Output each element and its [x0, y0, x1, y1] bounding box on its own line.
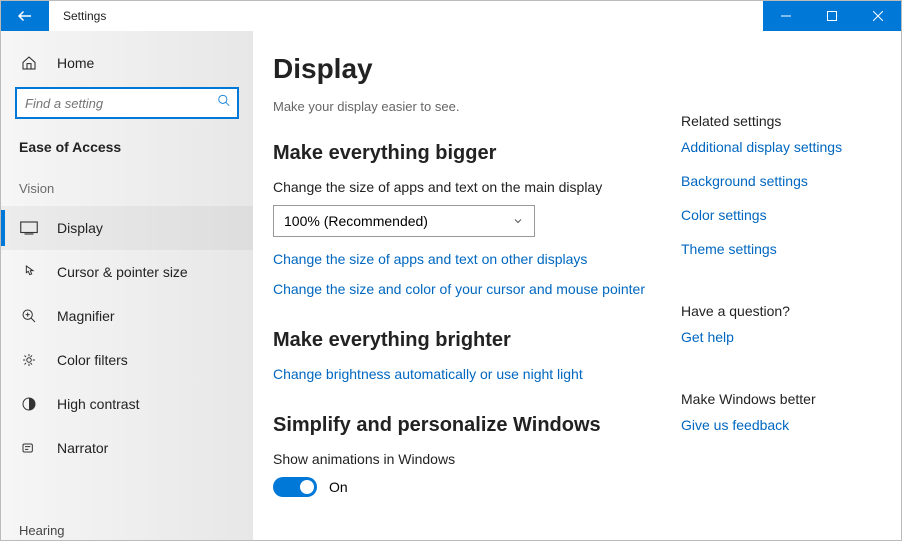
heading-bigger: Make everything bigger [273, 142, 657, 165]
category-label: Ease of Access [1, 135, 253, 173]
home-icon [19, 55, 39, 71]
magnifier-icon [19, 308, 39, 324]
link-get-help[interactable]: Get help [681, 329, 881, 345]
search-icon [217, 94, 231, 113]
bigger-desc: Change the size of apps and text on the … [273, 179, 657, 195]
maximize-icon [827, 11, 837, 21]
sidebar-item-label: Magnifier [57, 308, 115, 324]
link-color-settings[interactable]: Color settings [681, 207, 881, 223]
search-input[interactable] [15, 87, 239, 119]
animations-toggle[interactable] [273, 477, 317, 497]
sidebar-item-color-filters[interactable]: Color filters [1, 338, 253, 382]
link-theme-settings[interactable]: Theme settings [681, 241, 881, 257]
scale-select[interactable]: 100% (Recommended) [273, 205, 535, 237]
link-cursor-size[interactable]: Change the size and color of your cursor… [273, 281, 657, 297]
color-filters-icon [19, 352, 39, 368]
chevron-down-icon [512, 215, 524, 227]
window-title: Settings [49, 1, 106, 31]
titlebar: Settings [1, 1, 901, 31]
link-feedback[interactable]: Give us feedback [681, 417, 881, 433]
sidebar: Home Ease of Access Vision Display Curso… [1, 31, 253, 540]
related-heading: Related settings [681, 113, 881, 129]
sidebar-item-label: Cursor & pointer size [57, 264, 188, 280]
link-other-displays[interactable]: Change the size of apps and text on othe… [273, 251, 657, 267]
group-vision: Vision [1, 173, 253, 206]
question-heading: Have a question? [681, 303, 881, 319]
sidebar-item-narrator[interactable]: Narrator [1, 426, 253, 470]
minimize-button[interactable] [763, 1, 809, 31]
maximize-button[interactable] [809, 1, 855, 31]
sidebar-item-label: High contrast [57, 396, 139, 412]
display-icon [19, 221, 39, 235]
narrator-icon [19, 440, 39, 456]
link-background-settings[interactable]: Background settings [681, 173, 881, 189]
sidebar-item-display[interactable]: Display [1, 206, 253, 250]
sidebar-item-high-contrast[interactable]: High contrast [1, 382, 253, 426]
sidebar-item-cursor[interactable]: Cursor & pointer size [1, 250, 253, 294]
home-label: Home [57, 55, 94, 71]
minimize-icon [781, 11, 791, 21]
page-subtitle: Make your display easier to see. [273, 99, 657, 114]
heading-brighter: Make everything brighter [273, 329, 657, 352]
right-column: Related settings Additional display sett… [681, 53, 881, 540]
main-content: Display Make your display easier to see.… [273, 53, 681, 540]
high-contrast-icon [19, 396, 39, 412]
home-nav[interactable]: Home [1, 45, 253, 81]
sidebar-item-magnifier[interactable]: Magnifier [1, 294, 253, 338]
animations-state: On [329, 479, 348, 495]
group-hearing-cut: Hearing [19, 523, 65, 538]
arrow-left-icon [16, 7, 34, 25]
scale-select-value: 100% (Recommended) [284, 213, 428, 229]
sidebar-item-label: Display [57, 220, 103, 236]
cursor-icon [19, 264, 39, 280]
back-button[interactable] [1, 1, 49, 31]
animations-label: Show animations in Windows [273, 451, 657, 467]
page-title: Display [273, 53, 657, 85]
sidebar-item-label: Narrator [57, 440, 108, 456]
close-button[interactable] [855, 1, 901, 31]
link-additional-display[interactable]: Additional display settings [681, 139, 881, 155]
close-icon [873, 11, 883, 21]
window-controls [763, 1, 901, 31]
better-heading: Make Windows better [681, 391, 881, 407]
heading-simplify: Simplify and personalize Windows [273, 414, 657, 437]
sidebar-item-label: Color filters [57, 352, 128, 368]
search-box [15, 87, 239, 119]
link-night-light[interactable]: Change brightness automatically or use n… [273, 366, 657, 382]
